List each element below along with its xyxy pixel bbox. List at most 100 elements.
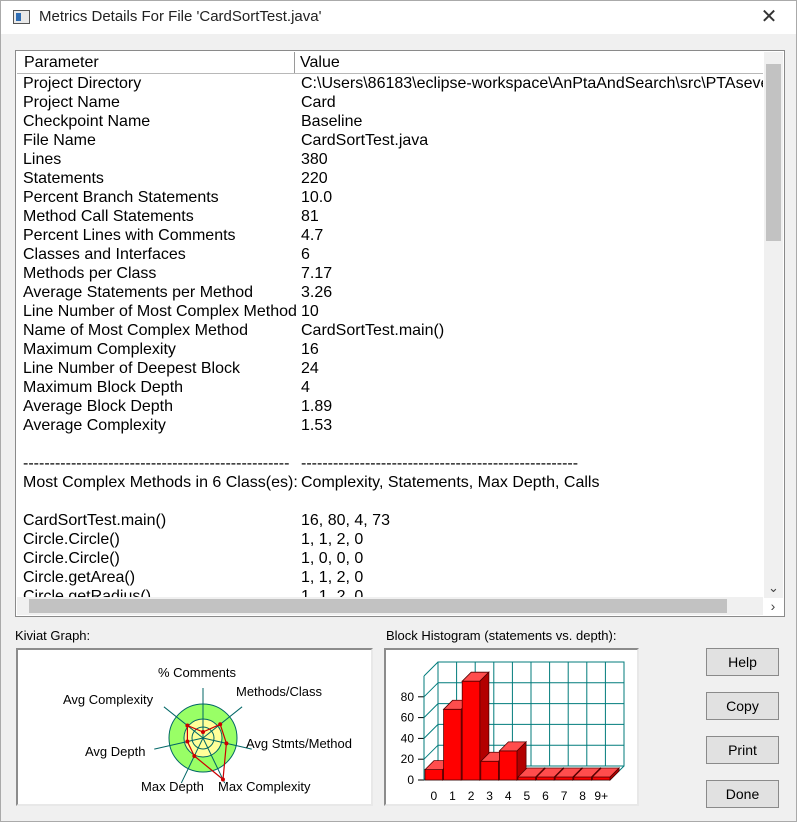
value-cell: 1.89 <box>301 398 333 415</box>
table-row[interactable]: Circle.Circle() 1, 1, 2, 0 <box>17 531 763 550</box>
table-row[interactable]: Average Block Depth 1.89 <box>17 398 763 417</box>
metrics-details-window: Metrics Details For File 'CardSortTest.j… <box>0 0 797 822</box>
kiviat-metric-point <box>224 741 229 746</box>
histogram-y-tick-label: 60 <box>401 711 415 725</box>
histogram-bar <box>443 708 462 781</box>
column-header-value[interactable]: Value <box>300 52 340 73</box>
histogram-x-tick-label: 5 <box>523 789 530 803</box>
value-cell: 81 <box>301 208 319 225</box>
table-row[interactable]: Project Name Card <box>17 94 763 113</box>
kiviat-metric-point <box>220 777 225 782</box>
histogram-x-tick-label: 7 <box>561 789 568 803</box>
table-row[interactable]: File Name CardSortTest.java <box>17 132 763 151</box>
title-bar[interactable]: Metrics Details For File 'CardSortTest.j… <box>1 1 796 34</box>
value-cell: Complexity, Statements, Max Depth, Calls <box>301 474 600 491</box>
table-row[interactable]: Circle.Circle() 1, 0, 0, 0 <box>17 550 763 569</box>
value-cell: 16 <box>301 341 319 358</box>
help-button[interactable]: Help <box>706 648 779 676</box>
table-row[interactable]: Percent Branch Statements 10.0 <box>17 189 763 208</box>
value-cell: ----------------------------------------… <box>301 455 579 472</box>
table-row[interactable]: CardSortTest.main() 16, 80, 4, 73 <box>17 512 763 531</box>
histogram-x-tick-label: 9+ <box>594 789 608 803</box>
value-cell: C:\Users\86183\eclipse-workspace\AnPtaAn… <box>301 75 763 92</box>
histogram-bar <box>480 760 499 781</box>
parameter-cell: Methods per Class <box>23 265 157 282</box>
histogram-side-gridline <box>423 724 439 739</box>
histogram-bar <box>517 776 537 781</box>
value-cell: 24 <box>301 360 319 377</box>
table-row[interactable]: Maximum Complexity 16 <box>17 341 763 360</box>
kiviat-axis-label: Avg Complexity <box>63 692 154 707</box>
close-button[interactable]: ✕ <box>756 5 782 29</box>
value-cell: 1, 1, 2, 0 <box>301 531 364 548</box>
histogram-x-tick-label: 6 <box>542 789 549 803</box>
value-cell: 10.0 <box>301 189 333 206</box>
histogram-bar <box>424 769 444 781</box>
value-cell: 7.17 <box>301 265 333 282</box>
parameter-cell: Circle.Circle() <box>23 531 120 548</box>
histogram-side-gridline <box>423 703 439 718</box>
value-cell: 220 <box>301 170 328 187</box>
histogram-y-tick-label: 0 <box>407 773 414 787</box>
table-body[interactable]: Project Directory C:\Users\86183\eclipse-… <box>17 75 763 598</box>
metrics-table[interactable]: Parameter Value Project Directory C:\User… <box>15 50 785 617</box>
table-row[interactable]: Methods per Class 7.17 <box>17 265 763 284</box>
vertical-scroll-thumb[interactable] <box>766 64 781 241</box>
window-title: Metrics Details For File 'CardSortTest.j… <box>39 8 322 25</box>
table-row[interactable] <box>17 493 763 512</box>
table-row[interactable] <box>17 436 763 455</box>
histogram-y-tick-label: 80 <box>401 690 415 704</box>
parameter-cell: Average Block Depth <box>23 398 174 415</box>
table-row[interactable]: Lines 380 <box>17 151 763 170</box>
histogram-x-tick-label: 2 <box>468 789 475 803</box>
kiviat-graph: % Comments Methods/Class Avg Stmts/Method M… <box>63 665 352 794</box>
kiviat-graph-panel: % Comments Methods/Class Avg Stmts/Method M… <box>16 648 373 806</box>
parameter-cell: Maximum Block Depth <box>23 379 184 396</box>
table-row[interactable]: Average Complexity 1.53 <box>17 417 763 436</box>
scroll-right-arrow-icon[interactable]: › <box>765 597 781 615</box>
kiviat-axis-label: Max Depth <box>141 779 204 794</box>
table-row[interactable]: Checkpoint Name Baseline <box>17 113 763 132</box>
table-row[interactable]: ----------------------------------------… <box>17 455 763 474</box>
kiviat-axis-label: Avg Stmts/Method <box>246 736 352 751</box>
table-row[interactable]: Line Number of Most Complex Method 10 <box>17 303 763 322</box>
horizontal-scroll-thumb[interactable] <box>29 599 727 613</box>
table-row[interactable]: Name of Most Complex Method CardSortTest.… <box>17 322 763 341</box>
histogram-bar <box>536 776 555 781</box>
histogram-x-tick-label: 4 <box>505 789 512 803</box>
column-header-parameter[interactable]: Parameter <box>17 52 295 73</box>
parameter-cell: Method Call Statements <box>23 208 194 225</box>
kiviat-axis-label: Max Complexity <box>218 779 311 794</box>
parameter-cell: Line Number of Deepest Block <box>23 360 240 377</box>
table-row[interactable]: Statements 220 <box>17 170 763 189</box>
table-header: Parameter Value <box>17 52 763 74</box>
done-button[interactable]: Done <box>706 780 779 808</box>
value-cell: 4.7 <box>301 227 324 244</box>
histogram-bar <box>591 776 611 781</box>
table-row[interactable]: Project Directory C:\Users\86183\eclipse-… <box>17 75 763 94</box>
table-row[interactable]: Circle.getArea() 1, 1, 2, 0 <box>17 569 763 588</box>
parameter-cell: Average Complexity <box>23 417 166 434</box>
parameter-cell: Percent Branch Statements <box>23 189 219 206</box>
value-cell: 3.26 <box>301 284 333 301</box>
kiviat-metric-point <box>192 754 197 759</box>
copy-button[interactable]: Copy <box>706 692 779 720</box>
table-row[interactable]: Classes and Interfaces 6 <box>17 246 763 265</box>
parameter-cell: Circle.Circle() <box>23 550 120 567</box>
table-row[interactable]: Maximum Block Depth 4 <box>17 379 763 398</box>
histogram-x-tick-label: 8 <box>579 789 586 803</box>
parameter-cell: Name of Most Complex Method <box>23 322 248 339</box>
value-cell: 380 <box>301 151 328 168</box>
table-row[interactable]: Most Complex Methods in 6 Class(es): Comp… <box>17 474 763 493</box>
table-row[interactable]: Line Number of Deepest Block 24 <box>17 360 763 379</box>
horizontal-scrollbar[interactable]: › <box>17 597 775 615</box>
close-icon: ✕ <box>760 6 778 28</box>
kiviat-metric-point <box>201 730 205 734</box>
table-row[interactable]: Average Statements per Method 3.26 <box>17 284 763 303</box>
scroll-down-arrow-icon[interactable]: ⌄ <box>764 580 783 596</box>
histogram-y-tick-label: 20 <box>401 752 415 766</box>
print-button[interactable]: Print <box>706 736 779 764</box>
vertical-scrollbar[interactable]: ⌄ <box>764 52 783 598</box>
table-row[interactable]: Method Call Statements 81 <box>17 208 763 227</box>
table-row[interactable]: Percent Lines with Comments 4.7 <box>17 227 763 246</box>
